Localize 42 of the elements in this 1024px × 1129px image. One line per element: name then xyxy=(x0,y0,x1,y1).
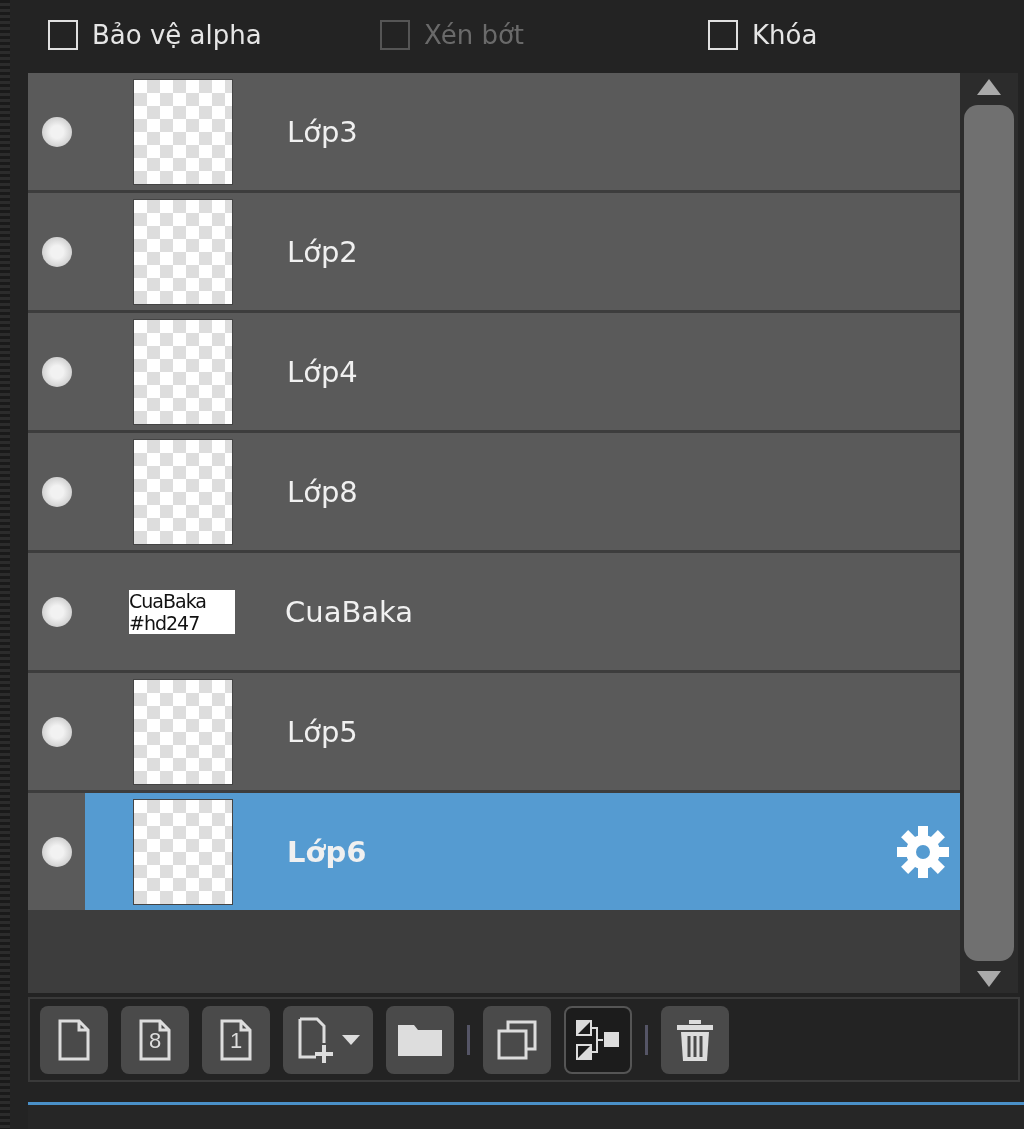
page-icon xyxy=(137,1017,173,1062)
visibility-dot[interactable] xyxy=(41,116,72,147)
checkbox-option[interactable]: Bảo vệ alpha xyxy=(48,20,380,50)
layer-name: Lớp2 xyxy=(287,234,358,269)
layer-thumbnail: CuaBaka #hd247 xyxy=(129,589,235,634)
layer-row[interactable]: CuaBaka #hd247 CuaBaka xyxy=(28,553,960,670)
scroll-up-icon[interactable] xyxy=(975,77,1003,97)
page-icon xyxy=(218,1017,254,1062)
settings-icon[interactable] xyxy=(896,824,950,879)
new-layer-button[interactable]: 8 xyxy=(121,1005,189,1074)
new-layer-button[interactable]: 1 xyxy=(202,1005,270,1074)
layer-name: Lớp6 xyxy=(287,834,367,869)
visibility-dot[interactable] xyxy=(41,356,72,387)
page-plus-icon xyxy=(296,1015,336,1064)
layer-row[interactable]: Lớp4 xyxy=(28,313,960,430)
layer-name: Lớp4 xyxy=(287,354,358,389)
checkbox-option[interactable]: Khóa xyxy=(708,20,818,50)
duplicate-button[interactable] xyxy=(483,1005,551,1074)
layer-name: Lớp3 xyxy=(287,114,358,149)
layer-name: Lớp8 xyxy=(287,474,358,509)
new-layer-button[interactable] xyxy=(40,1005,108,1074)
layer-name: Lớp5 xyxy=(287,714,358,749)
layer-name: CuaBaka xyxy=(285,594,414,629)
scroll-down-icon[interactable] xyxy=(975,969,1003,989)
layer-row[interactable]: Lớp2 xyxy=(28,193,960,310)
visibility-dot[interactable] xyxy=(41,236,72,267)
merge-button[interactable] xyxy=(564,1005,632,1074)
caret-icon xyxy=(342,1033,360,1046)
visibility-dot[interactable] xyxy=(41,716,72,747)
visibility-dot[interactable] xyxy=(41,476,72,507)
merge-icon xyxy=(574,1017,622,1062)
new-layer-button[interactable] xyxy=(283,1005,373,1074)
visibility-dot[interactable] xyxy=(41,836,72,867)
visibility-dot[interactable] xyxy=(41,596,72,627)
delete-button[interactable] xyxy=(661,1005,729,1074)
layer-row[interactable]: Lớp3 xyxy=(28,73,960,190)
layer-row[interactable]: Lớp5 xyxy=(28,673,960,790)
layer-row[interactable]: Lớp8 xyxy=(28,433,960,550)
folder-button[interactable] xyxy=(386,1005,454,1074)
copy-icon xyxy=(496,1018,538,1061)
scrollbar[interactable] xyxy=(960,73,1018,993)
page-icon xyxy=(56,1017,92,1062)
